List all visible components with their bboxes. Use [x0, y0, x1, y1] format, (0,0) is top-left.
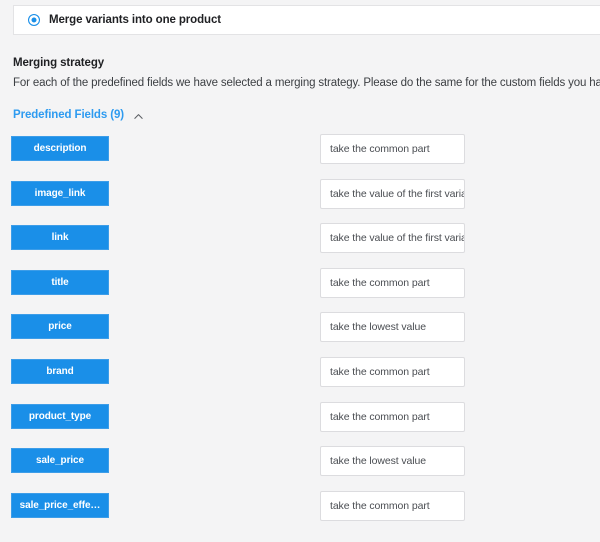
merge-strategy-select[interactable]: take the common part: [320, 490, 465, 521]
merge-strategy-value: take the common part: [330, 276, 430, 289]
merge-strategy-select[interactable]: take the common part: [320, 267, 465, 298]
merge-strategy-select[interactable]: take the lowest value: [320, 312, 465, 343]
field-row: brand take the common part: [0, 356, 600, 404]
predefined-fields-list: description take the common part image_lin…: [0, 134, 600, 538]
predefined-fields-group-header[interactable]: Predefined Fields (9): [13, 109, 144, 121]
field-name-chip[interactable]: sale_price: [11, 448, 109, 474]
field-row: sale_price_effe… take the common part: [0, 490, 600, 538]
field-name-chip[interactable]: sale_price_effe…: [11, 492, 109, 518]
merge-strategy-select[interactable]: take the common part: [320, 134, 465, 164]
merge-strategy-select[interactable]: take the common part: [320, 356, 465, 387]
merge-strategy-value: take the common part: [330, 410, 430, 423]
radio-selected-icon[interactable]: [28, 14, 40, 26]
field-row: description take the common part: [0, 134, 600, 181]
chevron-up-icon[interactable]: [133, 111, 144, 122]
merging-strategy-title: Merging strategy: [13, 57, 105, 69]
merge-strategy-value: take the common part: [330, 143, 430, 155]
merge-strategy-select[interactable]: take the value of the first variant: [320, 223, 465, 254]
merge-strategy-select[interactable]: take the lowest value: [320, 446, 465, 477]
field-name-chip[interactable]: description: [11, 136, 109, 161]
predefined-fields-group-label: Predefined Fields (9): [13, 109, 125, 121]
merge-strategy-value: take the common part: [330, 365, 430, 378]
field-name-chip[interactable]: price: [11, 314, 109, 340]
field-name-chip[interactable]: image_link: [11, 180, 109, 206]
merge-strategy-value: take the value of the first variant: [330, 187, 465, 200]
merging-strategy-description: For each of the predefined fields we hav…: [13, 77, 600, 89]
merge-variants-option-label: Merge variants into one product: [49, 14, 221, 26]
merge-strategy-value: take the common part: [330, 499, 430, 512]
field-row: title take the common part: [0, 267, 600, 315]
field-row: link take the value of the first variant: [0, 223, 600, 270]
field-row: product_type take the common part: [0, 401, 600, 449]
field-name-chip[interactable]: title: [11, 269, 109, 295]
field-row: image_link take the value of the first va…: [0, 178, 600, 226]
field-name-chip[interactable]: product_type: [11, 403, 109, 429]
field-name-chip[interactable]: link: [11, 225, 109, 251]
merge-strategy-value: take the lowest value: [330, 321, 426, 334]
field-name-chip[interactable]: brand: [11, 358, 109, 384]
merge-strategy-select[interactable]: take the value of the first variant: [320, 178, 465, 209]
merge-variants-option-card[interactable]: Merge variants into one product: [13, 5, 600, 35]
field-row: price take the lowest value: [0, 312, 600, 359]
merge-strategy-value: take the value of the first variant: [330, 232, 465, 245]
field-row: sale_price take the lowest value: [0, 446, 600, 493]
merge-strategy-value: take the lowest value: [330, 455, 426, 468]
merge-strategy-select[interactable]: take the common part: [320, 401, 465, 432]
